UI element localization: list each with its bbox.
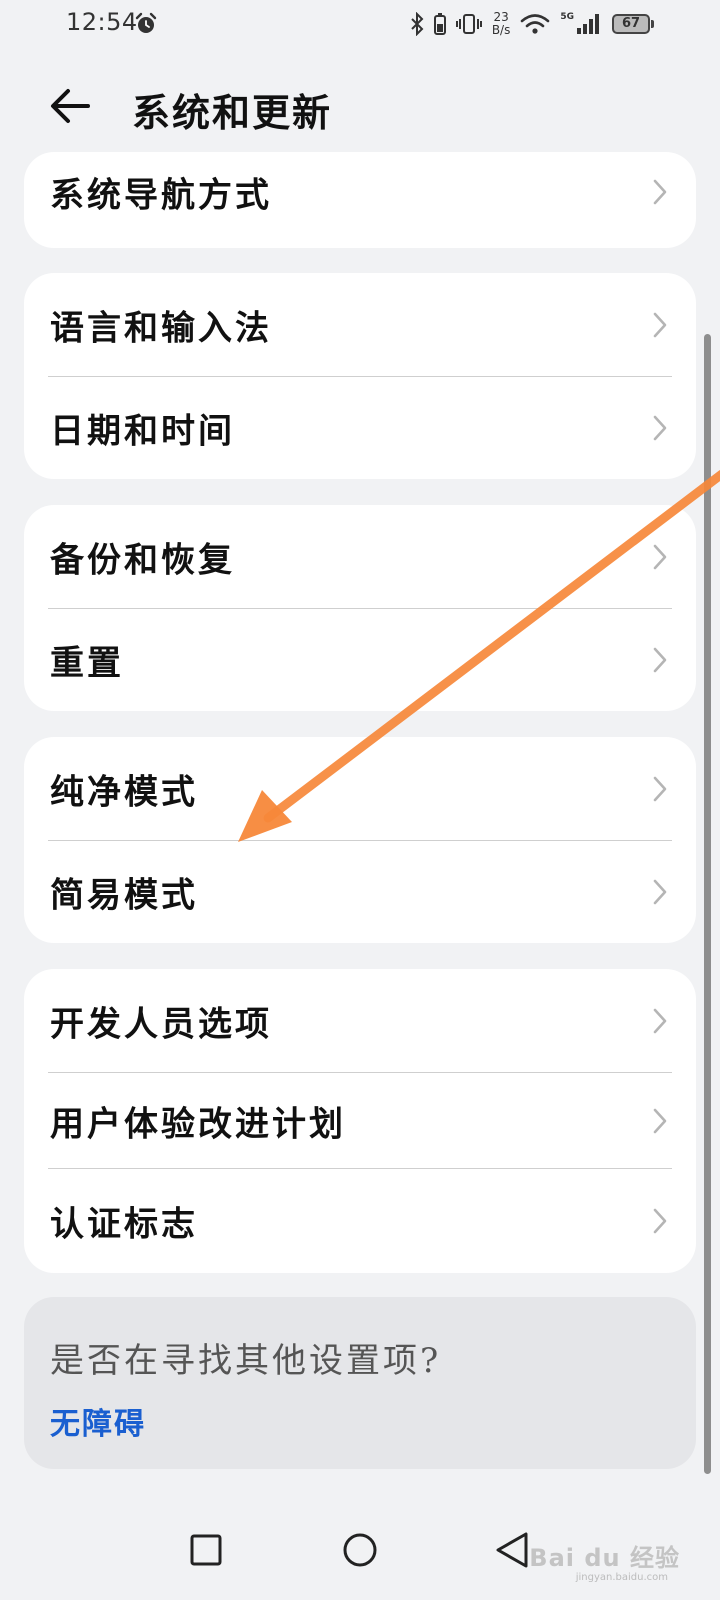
reset-item[interactable]: 重置 [24, 609, 696, 711]
chevron-right-icon [653, 312, 667, 338]
chevron-right-icon [653, 879, 667, 905]
back-arrow-icon[interactable] [44, 80, 96, 132]
chevron-right-icon [653, 647, 667, 673]
chevron-right-icon [653, 544, 667, 570]
status-time: 12:54 [66, 8, 138, 36]
item-label: 用户体验改进计划 [50, 1104, 346, 1145]
network-speed: 23 B/s [492, 11, 511, 37]
baidu-watermark: Bai du 经验 [529, 1544, 680, 1572]
item-label: 简易模式 [50, 875, 198, 916]
network-type: 5G [560, 12, 574, 22]
settings-group-developer: 开发人员选项 用户体验改进计划 认证标志 [24, 969, 696, 1273]
settings-group-language: 语言和输入法 日期和时间 [24, 273, 696, 479]
item-label: 语言和输入法 [50, 308, 272, 349]
chevron-right-icon [653, 776, 667, 802]
item-label: 备份和恢复 [50, 540, 235, 581]
developer-options-item[interactable]: 开发人员选项 [24, 969, 696, 1073]
status-bar: 12:54 23 B/s 5G 67 [0, 0, 720, 48]
item-label: 纯净模式 [50, 772, 198, 813]
other-settings-card: 是否在寻找其他设置项? 无障碍 [24, 1297, 696, 1469]
chevron-right-icon [653, 1208, 667, 1234]
settings-group-modes: 纯净模式 简易模式 [24, 737, 696, 943]
certification-item[interactable]: 认证标志 [24, 1169, 696, 1273]
page-title: 系统和更新 [132, 90, 333, 135]
scrollbar[interactable] [704, 334, 711, 1474]
page-header: 系统和更新 [0, 62, 720, 148]
settings-screen: 12:54 23 B/s 5G 67 系统和更新 系统导航方式 语言和输入法 日… [0, 0, 720, 1600]
chevron-right-icon [653, 1108, 667, 1134]
backup-restore-item[interactable]: 备份和恢复 [24, 505, 696, 609]
baidu-watermark-url: jingyan.baidu.com [575, 1572, 668, 1583]
pure-mode-item[interactable]: 纯净模式 [24, 737, 696, 841]
help-question: 是否在寻找其他设置项? [50, 1341, 442, 1381]
chevron-right-icon [653, 1008, 667, 1034]
simple-mode-item[interactable]: 简易模式 [24, 841, 696, 943]
date-time-item[interactable]: 日期和时间 [24, 377, 696, 479]
language-input-item[interactable]: 语言和输入法 [24, 273, 696, 377]
chevron-right-icon [653, 415, 667, 441]
alarm-icon [135, 12, 157, 33]
settings-group-navigation: 系统导航方式 [24, 152, 696, 248]
chevron-right-icon [653, 179, 667, 205]
battery-small-icon [433, 13, 446, 35]
cellular-signal-icon [577, 14, 599, 34]
network-speed-unit: B/s [491, 23, 511, 37]
system-navigation-item[interactable]: 系统导航方式 [24, 152, 696, 248]
wifi-icon [521, 14, 550, 34]
bluetooth-icon [411, 12, 424, 36]
settings-group-backup: 备份和恢复 重置 [24, 505, 696, 711]
home-circle-icon[interactable] [330, 1520, 390, 1580]
accessibility-link[interactable]: 无障碍 [50, 1399, 146, 1443]
item-label: 认证标志 [50, 1204, 198, 1245]
battery-indicator: 67 [612, 14, 654, 34]
item-label: 系统导航方式 [50, 175, 272, 216]
status-icons: 23 B/s 5G 67 [410, 8, 654, 40]
recents-square-icon[interactable] [176, 1520, 236, 1580]
item-label: 开发人员选项 [50, 1004, 272, 1045]
vibrate-icon [455, 14, 482, 34]
item-label: 重置 [50, 643, 124, 684]
item-label: 日期和时间 [50, 411, 235, 452]
user-experience-item[interactable]: 用户体验改进计划 [24, 1073, 696, 1169]
